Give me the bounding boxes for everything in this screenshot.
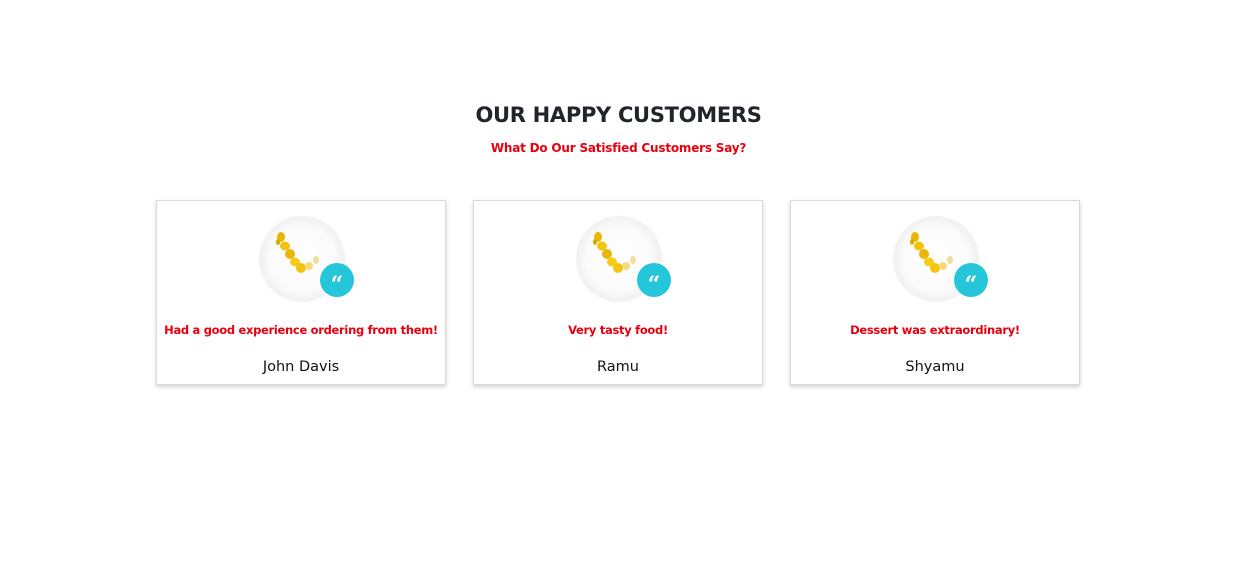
quote-icon: “ [320,263,354,297]
section-title: OUR HAPPY CUSTOMERS [475,103,762,127]
review-text: Very tasty food! [568,323,668,337]
testimonial-card: “ Very tasty food! Ramu [473,200,763,385]
customer-image: “ [260,217,354,301]
testimonials-section: OUR HAPPY CUSTOMERS What Do Our Satisfie… [0,0,1234,579]
customer-name: John Davis [262,359,340,375]
customer-image: “ [894,217,988,301]
testimonial-card: “ Had a good experience ordering from th… [156,200,446,385]
customer-image: “ [577,217,671,301]
customer-name: Ramu [597,359,639,375]
section-subtitle: What Do Our Satisfied Customers Say? [490,141,747,155]
review-text: Dessert was extraordinary! [850,323,1020,337]
customer-name: Shyamu [905,359,965,375]
quote-icon: “ [637,263,671,297]
testimonial-card: “ Dessert was extraordinary! Shyamu [790,200,1080,385]
review-text: Had a good experience ordering from them… [164,323,438,337]
quote-icon: “ [954,263,988,297]
